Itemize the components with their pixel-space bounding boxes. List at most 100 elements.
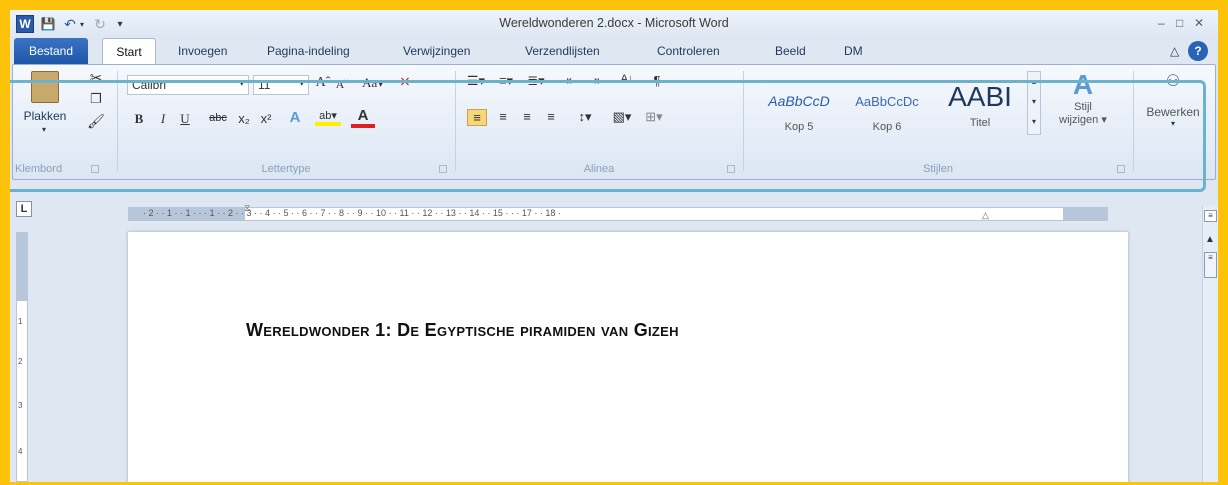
styles-launcher-icon[interactable] <box>1117 165 1125 173</box>
chevron-down-icon[interactable]: ▾ <box>1028 92 1040 112</box>
vruler-mark: 4 <box>18 447 23 456</box>
tab-verwijzingen[interactable]: Verwijzingen <box>403 38 470 64</box>
underline-icon[interactable]: U <box>177 111 193 127</box>
strikethrough-icon[interactable]: abc <box>205 112 231 124</box>
clear-formatting-icon[interactable]: ⨯ <box>395 73 415 90</box>
view-ruler-icon[interactable]: ≡ <box>1204 210 1217 222</box>
font-size-value: 11 <box>258 78 271 92</box>
vertical-scrollbar[interactable]: ≡ ▲ ≡ <box>1202 206 1218 482</box>
change-styles-label: wijzigen ▾ <box>1059 114 1107 126</box>
style-kop6[interactable]: AaBbCcDc Kop 6 <box>845 83 929 143</box>
paste-button[interactable]: Plakken <box>17 109 73 123</box>
superscript-icon[interactable]: x² <box>257 111 275 126</box>
separator <box>743 71 744 171</box>
cut-icon[interactable]: ✂ <box>87 69 105 87</box>
style-kop5[interactable]: AaBbCcD Kop 5 <box>757 83 841 143</box>
chevron-down-icon: ▾ <box>299 78 304 88</box>
vruler-mark: 3 <box>18 401 23 410</box>
separator <box>455 71 456 171</box>
ribbon-tabs: Bestand Start Invoegen Pagina-indeling V… <box>10 38 1218 64</box>
chevron-down-icon: ▾ <box>1170 119 1175 128</box>
change-styles-button[interactable]: A Stijl wijzigen ▾ <box>1051 69 1115 147</box>
paragraph-launcher-icon[interactable] <box>727 165 735 173</box>
document-page[interactable] <box>128 232 1128 482</box>
change-styles-icon: A <box>1072 69 1094 100</box>
numbering-icon[interactable]: ≡▾ <box>495 73 517 89</box>
clipboard-launcher-icon[interactable] <box>91 165 99 173</box>
align-center-icon[interactable]: ≡ <box>493 109 513 124</box>
style-preview: AABI <box>948 81 1012 112</box>
subscript-icon[interactable]: x₂ <box>235 111 253 126</box>
paste-icon[interactable] <box>31 71 59 103</box>
style-titel[interactable]: AABI Titel <box>937 81 1023 143</box>
separator <box>1133 71 1134 171</box>
paragraph-group: ☰▾ ≡▾ ≣▾ ⇤ ⇥ A↓ ¶ ≡ ≡ ≡ ≡ ↕▾ ▧▾ ⊞▾ Aline… <box>459 65 739 179</box>
first-line-indent-marker[interactable]: ⧖ <box>244 203 250 214</box>
text-effects-icon[interactable]: A <box>285 109 305 126</box>
ruler-margin-right <box>1063 208 1107 220</box>
tab-dm[interactable]: DM <box>844 38 863 64</box>
tab-selector[interactable]: L <box>16 201 32 217</box>
font-color-icon[interactable]: A <box>351 107 375 128</box>
paste-dropdown-icon[interactable]: ▾ <box>39 125 49 134</box>
justify-icon[interactable]: ≡ <box>541 109 561 124</box>
line-spacing-icon[interactable]: ↕▾ <box>573 109 597 125</box>
grow-font-icon[interactable]: Aˆ <box>315 75 331 91</box>
font-launcher-icon[interactable] <box>439 165 447 173</box>
minimize-ribbon-icon[interactable]: △ <box>1170 38 1179 64</box>
editing-label: Bewerken <box>1146 105 1200 119</box>
sort-icon[interactable]: A↓ <box>617 73 637 85</box>
increase-indent-icon[interactable]: ⇥ <box>585 73 603 89</box>
italic-icon[interactable]: I <box>155 111 171 127</box>
editing-group: ⚇ Bewerken ▾ <box>1135 65 1207 179</box>
change-styles-label: Stijl <box>1074 101 1092 113</box>
copy-icon[interactable]: ❐ <box>87 91 105 107</box>
style-name: Kop 5 <box>784 121 814 133</box>
minimize-icon[interactable]: – <box>1158 16 1165 30</box>
align-left-icon[interactable]: ≡ <box>467 109 487 126</box>
styles-scroll[interactable]: ▴ ▾ ▾ <box>1027 71 1041 135</box>
shrink-font-icon[interactable]: Aˇ <box>335 77 349 92</box>
bullets-icon[interactable]: ☰▾ <box>465 73 487 89</box>
bold-icon[interactable]: B <box>131 111 147 127</box>
scroll-up-icon[interactable]: ▲ <box>1205 234 1215 245</box>
borders-icon[interactable]: ⊞▾ <box>641 109 667 125</box>
shading-icon[interactable]: ▧▾ <box>609 109 635 125</box>
clipboard-group: ✂ ❐ Plakken ▾ 🖌 Klembord <box>13 65 113 179</box>
font-group: Calibri ▾ 11 ▾ Aˆ Aˇ Aa▾ ⨯ B I U abc x₂ … <box>121 65 451 179</box>
editing-button[interactable]: ⚇ Bewerken ▾ <box>1143 71 1203 128</box>
scroll-thumb[interactable]: ≡ <box>1204 252 1217 278</box>
decrease-indent-icon[interactable]: ⇤ <box>563 73 581 89</box>
chevron-up-icon[interactable]: ▴ <box>1028 72 1040 92</box>
more-styles-icon[interactable]: ▾ <box>1028 112 1040 132</box>
highlight-icon[interactable]: ab▾ <box>315 109 341 126</box>
right-indent-marker[interactable]: △ <box>982 210 989 221</box>
help-icon[interactable]: ? <box>1188 41 1208 61</box>
separator <box>117 71 118 171</box>
vertical-ruler[interactable]: 1 2 3 4 <box>16 232 28 482</box>
tab-verzendlijsten[interactable]: Verzendlijsten <box>525 38 600 64</box>
tab-controleren[interactable]: Controleren <box>657 38 720 64</box>
vruler-mark: 2 <box>18 357 23 366</box>
close-icon[interactable]: ✕ <box>1194 16 1204 30</box>
tab-start[interactable]: Start <box>102 38 156 64</box>
binoculars-icon: ⚇ <box>1165 73 1181 90</box>
show-formatting-icon[interactable]: ¶ <box>649 73 665 88</box>
document-heading[interactable]: Wereldwonder 1: De Egyptische piramiden … <box>246 320 679 341</box>
tab-beeld[interactable]: Beeld <box>775 38 806 64</box>
font-size-combo[interactable]: 11 ▾ <box>253 75 309 95</box>
change-case-icon[interactable]: Aa▾ <box>359 75 387 91</box>
maximize-icon[interactable]: □ <box>1176 16 1183 30</box>
tab-bestand[interactable]: Bestand <box>14 38 88 64</box>
align-right-icon[interactable]: ≡ <box>517 109 537 124</box>
horizontal-ruler[interactable]: · 2 · · 1 · · 1 · · · 1 · · 2 · · 3 · · … <box>128 207 1108 221</box>
styles-group: AaBbCcD Kop 5 AaBbCcDc Kop 6 AABI Titel … <box>747 65 1129 179</box>
window-title: Wereldwonderen 2.docx - Microsoft Word <box>499 16 729 30</box>
word-window: W 💾 ↶ ▾ ↻ ▾ Wereldwonderen 2.docx - Micr… <box>10 10 1218 482</box>
multilevel-list-icon[interactable]: ≣▾ <box>525 73 547 89</box>
style-preview: AaBbCcD <box>768 93 830 109</box>
format-painter-icon[interactable]: 🖌 <box>87 113 105 130</box>
tab-invoegen[interactable]: Invoegen <box>178 38 227 64</box>
font-name-combo[interactable]: Calibri ▾ <box>127 75 249 95</box>
tab-pagina-indeling[interactable]: Pagina-indeling <box>267 38 350 64</box>
